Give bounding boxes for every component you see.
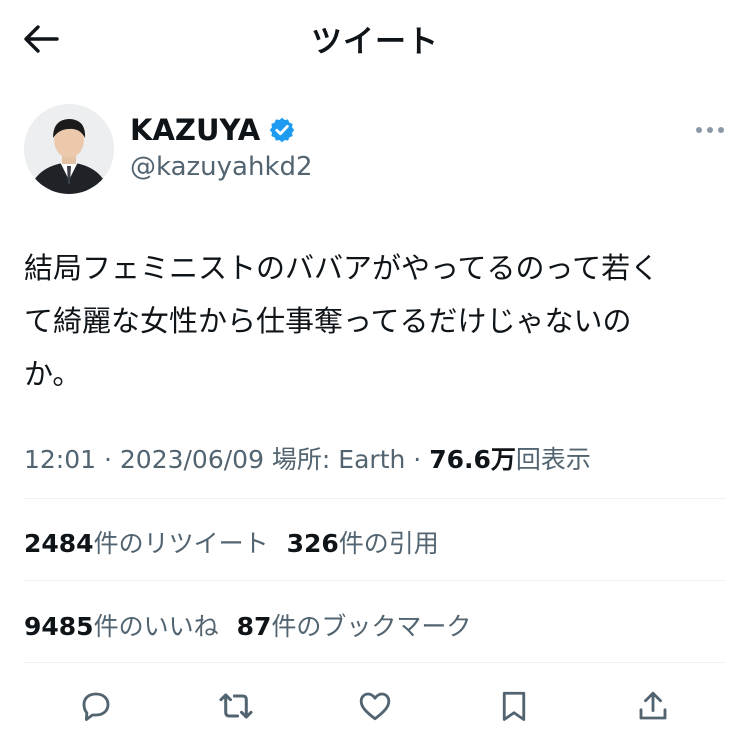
quotes-count: 326 xyxy=(286,529,339,558)
verified-badge-icon xyxy=(269,117,295,143)
divider xyxy=(24,580,726,581)
retweets-stat[interactable]: 2484件のリツイート xyxy=(24,529,269,558)
tweet-text: 結局フェミニストのババアがやってるのって若く て綺麗な女性から仕事奪ってるだけじ… xyxy=(24,242,729,401)
action-bar xyxy=(0,672,750,742)
meta-separator: · xyxy=(96,445,120,474)
more-options-button[interactable] xyxy=(690,118,730,142)
share-icon xyxy=(639,691,667,720)
views-count: 76.6万 xyxy=(429,445,516,474)
retweet-icon xyxy=(219,693,253,719)
likes-stat[interactable]: 9485件のいいね xyxy=(24,612,219,641)
tweet-meta: 12:01 · 2023/06/09 場所: Earth · 76.6万回表示 xyxy=(24,440,591,476)
author-handle[interactable]: @kazuyahkd2 xyxy=(130,152,313,182)
bookmark-icon xyxy=(502,691,526,721)
retweets-label: 件のリツイート xyxy=(93,529,269,558)
likes-label: 件のいいね xyxy=(93,612,219,641)
like-button[interactable] xyxy=(355,686,395,726)
tweet-line: 結局フェミニストのババアがやってるのって若く xyxy=(24,251,660,285)
likes-count: 9485 xyxy=(24,612,94,641)
quotes-stat[interactable]: 326件の引用 xyxy=(287,529,439,558)
views-label: 回表示 xyxy=(515,445,591,474)
more-icon xyxy=(696,127,724,133)
author-name: KAZUYA xyxy=(130,113,261,147)
bookmarks-count: 87 xyxy=(236,612,272,641)
retweet-button[interactable] xyxy=(216,686,256,726)
tweet-line: か。 xyxy=(24,357,82,391)
bookmark-button[interactable] xyxy=(494,686,534,726)
share-button[interactable] xyxy=(633,686,673,726)
tweet-location: 場所: Earth xyxy=(263,445,406,474)
reply-icon xyxy=(82,692,110,721)
reply-button[interactable] xyxy=(76,686,116,726)
tweet-line: て綺麗な女性から仕事奪ってるだけじゃないの xyxy=(24,304,632,338)
meta-separator: · xyxy=(405,445,430,474)
top-bar: ツイート xyxy=(0,0,750,78)
avatar-image xyxy=(24,104,114,194)
divider xyxy=(24,498,726,499)
author-name-row[interactable]: KAZUYA xyxy=(130,113,296,147)
bookmarks-label: 件のブックマーク xyxy=(271,612,472,641)
retweets-count: 2484 xyxy=(24,529,94,558)
tweet-time[interactable]: 12:01 xyxy=(24,445,96,474)
stats-row-retweets: 2484件のリツイート 326件の引用 xyxy=(24,524,439,560)
avatar[interactable] xyxy=(24,104,114,194)
divider xyxy=(24,662,726,663)
page-title: ツイート xyxy=(311,24,439,60)
bookmarks-stat[interactable]: 87件のブックマーク xyxy=(237,612,472,641)
like-icon xyxy=(359,692,391,721)
quotes-label: 件の引用 xyxy=(338,529,439,558)
stats-row-likes: 9485件のいいね 87件のブックマーク xyxy=(24,607,471,643)
tweet-date[interactable]: 2023/06/09 xyxy=(120,445,264,474)
